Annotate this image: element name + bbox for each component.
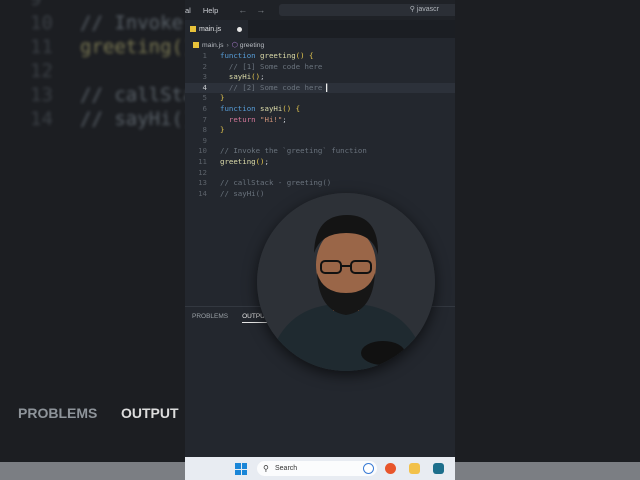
app-icon[interactable] bbox=[433, 463, 444, 474]
code-token: () { bbox=[295, 51, 314, 60]
taskbar-search-label: Search bbox=[275, 465, 298, 472]
firefox-icon[interactable] bbox=[385, 463, 396, 474]
line-number: 13 bbox=[198, 178, 207, 188]
line-number: 12 bbox=[198, 167, 207, 177]
code-token: () { bbox=[282, 103, 301, 113]
bg-code-line: 14// sayHi() bbox=[30, 108, 195, 130]
code-token: // [2] Some code here bbox=[220, 82, 323, 92]
command-center-text: javascr bbox=[416, 6, 439, 13]
bing-icon[interactable] bbox=[363, 463, 374, 474]
code-line[interactable]: 11 greeting(); bbox=[185, 157, 455, 168]
code-token: } bbox=[220, 125, 225, 135]
code-line[interactable]: 13 // callStack - greeting() bbox=[185, 178, 455, 189]
line-number: 11 bbox=[198, 156, 207, 166]
line-number: 2 bbox=[202, 61, 207, 71]
breadcrumb-symbol[interactable]: greeting bbox=[240, 42, 265, 49]
code-line[interactable]: 8} bbox=[185, 125, 455, 136]
function-symbol-icon: ⬡ bbox=[231, 42, 238, 49]
code-editor[interactable]: 1 function greeting() {2 // [1] Some code… bbox=[185, 51, 455, 199]
unsaved-dot-icon[interactable] bbox=[237, 26, 242, 32]
tab-main-js[interactable]: main.js bbox=[185, 20, 248, 38]
code-token: ; bbox=[282, 114, 287, 124]
code-token: // callStack - greeting() bbox=[220, 178, 332, 188]
code-line[interactable]: 2 // [1] Some code here bbox=[185, 62, 455, 73]
code-line[interactable]: 10 // Invoke the `greeting` function bbox=[185, 146, 455, 157]
code-token: () bbox=[251, 72, 261, 82]
bg-tab-problems: PROBLEMS bbox=[18, 405, 98, 421]
line-number: 1 bbox=[202, 51, 207, 60]
code-line[interactable]: 3 sayHi(); bbox=[185, 72, 455, 83]
code-line[interactable]: 12 bbox=[185, 168, 455, 179]
vscode-window: al Help ← → ⚲ javascr main.js main.js › … bbox=[185, 0, 455, 480]
forward-arrow-icon[interactable]: → bbox=[256, 5, 265, 15]
code-token: ; bbox=[264, 156, 269, 166]
code-line[interactable]: 6 function sayHi() { bbox=[185, 104, 455, 115]
line-number: 6 bbox=[202, 103, 207, 113]
code-token: ; bbox=[260, 72, 265, 82]
code-line[interactable]: 1 function greeting() { bbox=[185, 51, 455, 62]
presenter-image bbox=[257, 193, 435, 371]
line-number: 4 bbox=[202, 82, 207, 92]
editor-tabs: main.js bbox=[185, 20, 455, 38]
tab-problems[interactable]: PROBLEMS bbox=[192, 313, 228, 323]
code-token: sayHi bbox=[220, 72, 252, 82]
code-token: greeting bbox=[260, 51, 296, 60]
tab-label: main.js bbox=[199, 25, 222, 33]
command-center-search[interactable]: ⚲ javascr bbox=[279, 4, 455, 16]
line-number: 9 bbox=[202, 135, 207, 145]
js-file-icon bbox=[190, 26, 196, 32]
code-line[interactable]: 7 return "Hi!"; bbox=[185, 115, 455, 126]
chevron-right-icon: › bbox=[226, 41, 229, 49]
text-cursor-icon: I bbox=[325, 81, 329, 95]
bg-code-line: 10// Invoke bbox=[30, 12, 183, 34]
line-number: 8 bbox=[202, 125, 207, 135]
code-token: // sayHi() bbox=[220, 188, 265, 198]
menu-terminal[interactable]: al bbox=[185, 6, 191, 15]
bg-code-line: 12 bbox=[30, 60, 53, 82]
code-token: sayHi bbox=[260, 103, 283, 113]
webcam-overlay bbox=[257, 193, 435, 371]
code-line[interactable]: 5} bbox=[185, 93, 455, 104]
code-line[interactable]: 9 bbox=[185, 136, 455, 147]
code-token: () bbox=[255, 156, 265, 166]
taskbar-search[interactable]: ⚲ Search bbox=[257, 461, 377, 476]
code-token: function bbox=[220, 51, 261, 60]
code-token: "Hi!" bbox=[260, 114, 283, 124]
breadcrumb-file[interactable]: main.js bbox=[202, 42, 224, 49]
taskbar: ⚲ Search bbox=[185, 457, 455, 480]
bg-tab-output: OUTPUT bbox=[121, 405, 179, 421]
panel-tabs: PROBLEMS OUTPUT bbox=[192, 313, 269, 323]
line-number: 10 bbox=[198, 146, 207, 156]
back-arrow-icon[interactable]: ← bbox=[238, 5, 247, 15]
line-number: 3 bbox=[202, 72, 207, 82]
js-file-icon bbox=[193, 42, 199, 48]
code-token: greeting bbox=[220, 156, 256, 166]
line-number: 14 bbox=[198, 188, 207, 198]
line-number: 7 bbox=[202, 114, 207, 124]
search-icon: ⚲ bbox=[409, 6, 417, 13]
code-token: // Invoke the `greeting` function bbox=[220, 146, 367, 156]
menu-bar: al Help ← → ⚲ javascr bbox=[185, 0, 455, 20]
windows-start-icon[interactable] bbox=[235, 463, 247, 475]
code-line[interactable]: 4 // [2] Some code here bbox=[185, 82, 455, 94]
breadcrumb: main.js › ⬡ greeting bbox=[185, 38, 455, 52]
menu-help[interactable]: Help bbox=[203, 6, 218, 15]
search-icon: ⚲ bbox=[263, 464, 269, 473]
bg-code-line: 9 bbox=[30, 0, 80, 10]
code-token: } bbox=[220, 93, 225, 103]
code-token: function bbox=[220, 103, 261, 113]
code-token: // [1] Some code here bbox=[220, 61, 323, 71]
file-explorer-icon[interactable] bbox=[409, 463, 420, 474]
bg-code-line: 11 greeting() bbox=[30, 36, 195, 58]
code-token: return bbox=[220, 114, 261, 124]
line-number: 5 bbox=[202, 93, 207, 103]
